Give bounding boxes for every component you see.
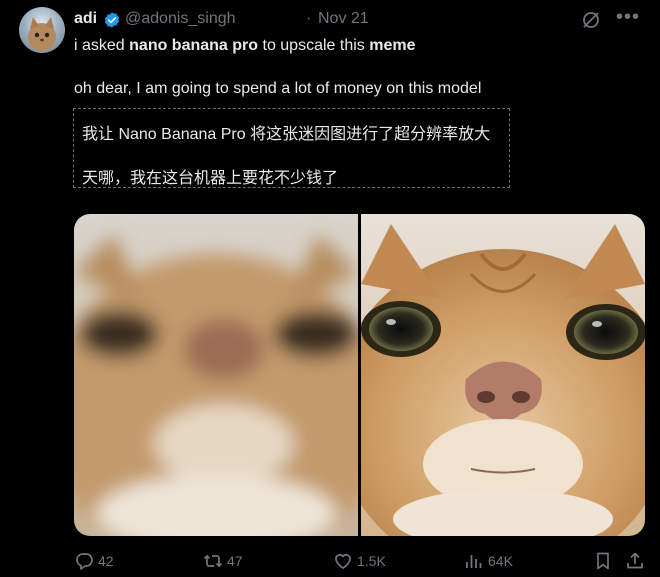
separator-dot: · bbox=[306, 10, 312, 27]
blurry-cat-image[interactable] bbox=[74, 214, 358, 536]
action-bar: 42 47 1.5K 64K bbox=[74, 550, 645, 572]
text-bold-segment: nano banana pro bbox=[129, 37, 259, 54]
post-media[interactable] bbox=[74, 214, 645, 536]
views-button[interactable]: 64K bbox=[464, 550, 534, 572]
translation-line2: 天哪，我在这台机器上要花不少钱了 bbox=[82, 170, 339, 187]
like-icon bbox=[335, 554, 351, 569]
more-icon[interactable]: ••• bbox=[616, 6, 640, 29]
grok-icon[interactable] bbox=[580, 9, 602, 31]
like-count: 1.5K bbox=[357, 553, 386, 569]
post-header: adi @adonis_singh · Nov 21 ••• bbox=[74, 6, 640, 31]
repost-icon bbox=[203, 554, 223, 568]
share-icon bbox=[627, 552, 643, 569]
post-text-line2: oh dear, I am going to spend a lot of mo… bbox=[74, 80, 482, 97]
author-name[interactable]: adi bbox=[74, 10, 97, 28]
reply-count: 42 bbox=[98, 553, 114, 569]
text-segment: i asked bbox=[74, 37, 130, 54]
views-count: 64K bbox=[488, 553, 513, 569]
views-icon bbox=[466, 555, 482, 568]
translation-box: 我让 Nano Banana Pro 将这张迷因图进行了超分辨率放大 天哪，我在… bbox=[73, 108, 510, 188]
bookmark-icon bbox=[597, 552, 609, 570]
verified-badge-icon bbox=[104, 12, 120, 28]
upscaled-cat-image[interactable] bbox=[361, 214, 645, 536]
avatar[interactable] bbox=[19, 7, 65, 53]
post-date[interactable]: Nov 21 bbox=[318, 10, 369, 28]
bookmark-button[interactable] bbox=[593, 550, 615, 572]
repost-count: 47 bbox=[227, 553, 243, 569]
like-button[interactable]: 1.5K bbox=[333, 550, 403, 572]
reply-button[interactable]: 42 bbox=[74, 550, 134, 572]
translation-line1: 我让 Nano Banana Pro 将这张迷因图进行了超分辨率放大 bbox=[82, 126, 491, 143]
author-handle[interactable]: @adonis_singh bbox=[125, 10, 236, 28]
repost-button[interactable]: 47 bbox=[203, 550, 263, 572]
reply-icon bbox=[76, 553, 93, 570]
post-text-line1: i asked nano banana pro to upscale this … bbox=[74, 37, 415, 55]
text-bold-segment: meme bbox=[369, 37, 416, 54]
avatar-cat-image bbox=[28, 17, 56, 51]
share-button[interactable] bbox=[625, 550, 647, 572]
text-segment: to upscale this bbox=[258, 37, 370, 54]
